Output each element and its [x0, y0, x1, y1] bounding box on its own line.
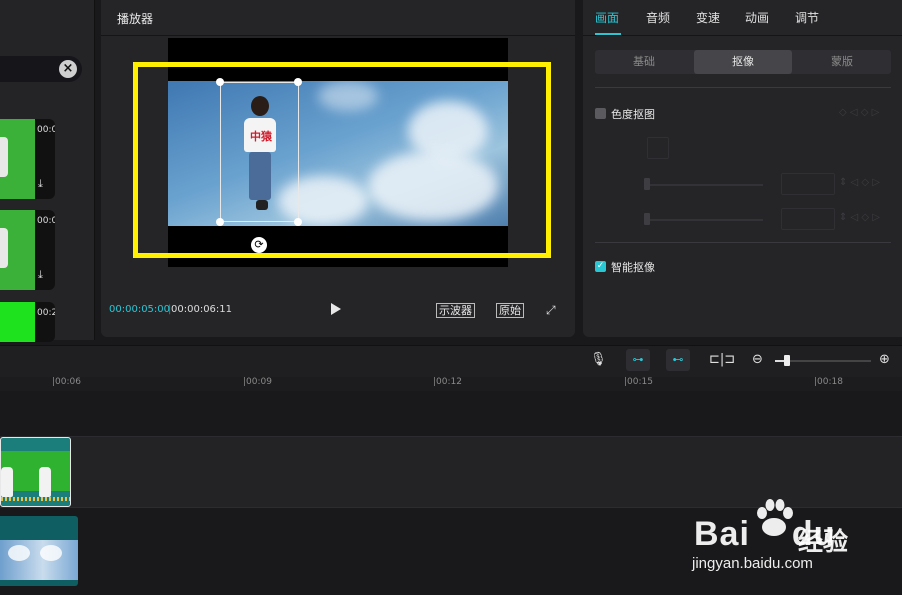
properties-panel: 画面 音频 变速 动画 调节 基础 抠像 蒙版 色度抠图 ◇ ◁ ◇ ▷ ⇕ ◁…	[583, 0, 902, 337]
subtab-keying[interactable]: 抠像	[694, 50, 792, 74]
chroma-key-label: 色度抠图	[611, 108, 655, 121]
download-icon[interactable]: ⤓	[38, 177, 43, 191]
media-item[interactable]: 00:25	[0, 302, 55, 342]
tab-adjust[interactable]: 调节	[795, 9, 819, 26]
tab-animation[interactable]: 动画	[745, 9, 769, 26]
timeline-toolbar	[0, 345, 902, 377]
stepper-icon: ⇕ ◁ ◇ ▷	[839, 212, 880, 223]
player-header: 播放器	[101, 0, 575, 36]
media-duration: 00:09	[37, 125, 55, 135]
paw-icon	[757, 499, 793, 536]
intensity-slider	[647, 184, 763, 186]
subtab-mask[interactable]: 蒙版	[793, 50, 891, 74]
timeline-clip-sky[interactable]	[0, 516, 78, 586]
original-ratio-button[interactable]: 原始	[496, 303, 524, 318]
media-item[interactable]: 00:09 ⤓	[0, 119, 55, 199]
tab-audio[interactable]: 音频	[646, 9, 670, 26]
tab-speed[interactable]: 变速	[696, 9, 720, 26]
subtab-basic[interactable]: 基础	[595, 50, 693, 74]
player-panel: 播放器 中猿 ⟳ 00:00:05:00 | 00:00:06:11 示波器 原…	[101, 0, 575, 337]
intensity-knob	[644, 178, 650, 190]
highlight-frame	[133, 62, 551, 258]
zoom-slider-knob[interactable]	[784, 355, 790, 366]
clip-audio-waveform	[1, 497, 70, 501]
watermark-brand: Bai	[694, 515, 750, 553]
shadow-value-box	[781, 208, 835, 230]
split-icon[interactable]: ⊏|⊐	[709, 352, 735, 367]
total-time: 00:00:06:11	[171, 304, 233, 315]
media-panel: × 00:09 ⤓ 00:09 ⤓ 00:25	[0, 0, 95, 342]
download-icon[interactable]: ⤓	[38, 268, 43, 282]
keyframe-icon: ◇ ◁ ◇ ▷	[839, 107, 880, 118]
media-duration: 00:09	[37, 216, 55, 226]
play-icon[interactable]	[331, 303, 341, 315]
intensity-value-box	[781, 173, 835, 195]
zoom-out-icon[interactable]: ⊖	[752, 352, 763, 367]
watermark-chinese: 经验	[798, 527, 849, 556]
smart-key-label: 智能抠像	[611, 261, 655, 274]
zoom-in-icon[interactable]: ⊕	[879, 352, 890, 367]
clear-search-icon[interactable]: ×	[59, 60, 77, 78]
snap-icon[interactable]: ⊶	[626, 349, 650, 371]
clip-frames	[0, 540, 78, 580]
ruler-tick-label: |00:12	[433, 377, 462, 387]
stepper-icon: ⇕ ◁ ◇ ▷	[839, 177, 880, 188]
media-duration: 00:25	[37, 308, 55, 318]
divider	[595, 242, 891, 243]
media-thumbnail	[0, 119, 35, 199]
watermark-url: jingyan.baidu.com	[692, 555, 813, 572]
link-icon[interactable]: ⊷	[666, 349, 690, 371]
divider	[595, 87, 891, 88]
chroma-key-checkbox[interactable]	[595, 108, 606, 119]
ruler-tick-label: |00:06	[52, 377, 81, 387]
video-editor-window: × 00:09 ⤓ 00:09 ⤓ 00:25 播放器	[0, 0, 902, 595]
active-tab-indicator	[595, 33, 621, 35]
shadow-slider	[647, 219, 763, 221]
timeline-clip-greenscreen[interactable]	[0, 437, 71, 507]
color-picker-icon	[647, 137, 669, 159]
subtab-group: 基础 抠像 蒙版	[595, 50, 891, 74]
player-title: 播放器	[117, 12, 154, 26]
properties-tabs: 画面 音频 变速 动画 调节	[583, 0, 902, 36]
media-thumbnail	[0, 210, 35, 290]
current-time: 00:00:05:00	[109, 304, 171, 315]
smart-key-checkbox[interactable]: ✓	[595, 261, 606, 272]
fullscreen-icon[interactable]: ⤢	[546, 303, 556, 318]
ruler-tick-label: |00:18	[814, 377, 843, 387]
ruler-tick-label: |00:15	[624, 377, 653, 387]
microphone-icon[interactable]: 🎙	[590, 352, 607, 367]
oscilloscope-button[interactable]: 示波器	[436, 303, 475, 318]
media-item[interactable]: 00:09 ⤓	[0, 210, 55, 290]
clip-frames	[1, 451, 70, 497]
media-thumbnail	[0, 302, 35, 342]
ruler-tick-label: |00:09	[243, 377, 272, 387]
shadow-knob	[644, 213, 650, 225]
tab-picture[interactable]: 画面	[595, 9, 619, 26]
